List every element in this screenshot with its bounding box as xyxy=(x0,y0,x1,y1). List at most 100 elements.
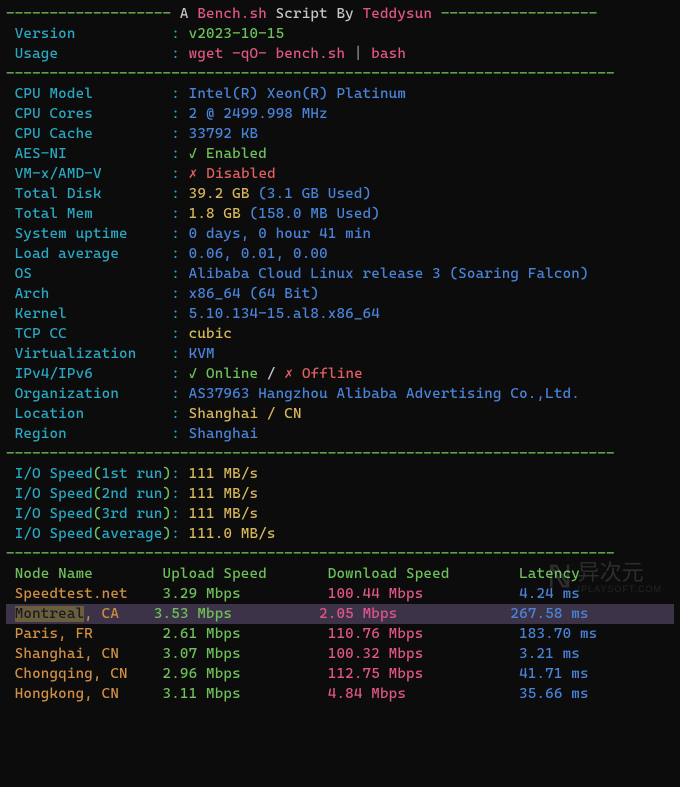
label: I/O Speed xyxy=(6,466,93,482)
io-row: I/O Speed(3rd run): 111 MB/s xyxy=(6,504,674,524)
io-value: 111.0 MB/s xyxy=(189,526,276,542)
label: Kernel xyxy=(6,306,171,322)
sys-row: CPU Cores : 2 @ 2499.998 MHz xyxy=(6,104,674,124)
label: Arch xyxy=(6,286,171,302)
separator: ----------------------------------------… xyxy=(6,444,674,464)
label: IPv4/IPv6 xyxy=(6,366,171,382)
speed-node: Chongqing, CN xyxy=(6,666,163,682)
io-value: 111 MB/s xyxy=(189,466,259,482)
terminal-output: ------------------- A Bench.sh Script By… xyxy=(0,0,680,704)
value: Alibaba Cloud Linux release 3 (Soaring F… xyxy=(189,266,589,282)
io-row: I/O Speed(2nd run): 111 MB/s xyxy=(6,484,674,504)
io-row: I/O Speed(1st run): 111 MB/s xyxy=(6,464,674,484)
status-text: Enabled xyxy=(206,146,267,162)
speed-row: Paris, FR 2.61 Mbps 110.76 Mbps 183.70 m… xyxy=(6,624,674,644)
label: CPU Cores xyxy=(6,106,171,122)
value: Shanghai / CN xyxy=(189,406,302,422)
check-icon: ✓ xyxy=(189,366,206,382)
label: CPU Cache xyxy=(6,126,171,142)
io-note: 1st run xyxy=(102,466,163,482)
label: System uptime xyxy=(6,226,171,242)
speed-up: 3.07 Mbps xyxy=(163,646,328,662)
header-script: Bench.sh xyxy=(197,6,267,22)
usage-cmd2: bash xyxy=(371,46,406,62)
speed-down: 4.84 Mbps xyxy=(328,686,519,702)
speed-row: Chongqing, CN 2.96 Mbps 112.75 Mbps 41.7… xyxy=(6,664,674,684)
label: TCP CC xyxy=(6,326,171,342)
usage-cmd: wget -qO- bench.sh xyxy=(189,46,346,62)
sys-row: CPU Model : Intel(R) Xeon(R) Platinum xyxy=(6,84,674,104)
label: Region xyxy=(6,426,171,442)
speed-down: 112.75 Mbps xyxy=(328,666,519,682)
status-text: Disabled xyxy=(206,166,276,182)
speed-node: Paris, FR xyxy=(6,626,163,642)
speed-row: Montreal, CA 3.53 Mbps 2.05 Mbps 267.58 … xyxy=(6,604,674,624)
header-line: ------------------- A Bench.sh Script By… xyxy=(6,4,674,24)
speed-lat: 41.71 ms xyxy=(519,666,589,682)
value: Shanghai xyxy=(189,426,259,442)
sys-row: Location : Shanghai / CN xyxy=(6,404,674,424)
speed-header: Node Name Upload Speed Download Speed La… xyxy=(6,564,674,584)
used-note: (158.0 MB Used) xyxy=(250,206,380,222)
speed-down: 2.05 Mbps xyxy=(319,606,510,622)
label: VM-x/AMD-V xyxy=(6,166,171,182)
speed-down: 100.44 Mbps xyxy=(328,586,519,602)
label: CPU Model xyxy=(6,86,171,102)
value: 0.06, 0.01, 0.00 xyxy=(189,246,328,262)
status-icon: ✗ xyxy=(189,166,207,182)
ipv4-status: Online xyxy=(206,366,258,382)
label: Total Disk xyxy=(6,186,171,202)
speed-up: 3.53 Mbps xyxy=(154,606,319,622)
status-icon: ✓ xyxy=(189,146,206,162)
value: 0 days, 0 hour 41 min xyxy=(189,226,372,242)
speed-node: Hongkong, CN xyxy=(6,686,163,702)
speed-row: Hongkong, CN 3.11 Mbps 4.84 Mbps 35.66 m… xyxy=(6,684,674,704)
sys-row: OS : Alibaba Cloud Linux release 3 (Soar… xyxy=(6,264,674,284)
speed-up: 3.11 Mbps xyxy=(163,686,328,702)
sys-row: IPv4/IPv6 : ✓ Online / ✗ Offline xyxy=(6,364,674,384)
meta-row: Version : v2023-10-15 xyxy=(6,24,674,44)
io-row: I/O Speed(average): 111.0 MB/s xyxy=(6,524,674,544)
sys-row: AES-NI : ✓ Enabled xyxy=(6,144,674,164)
value: 33792 KB xyxy=(189,126,259,142)
label: I/O Speed xyxy=(6,506,93,522)
value: v2023-10-15 xyxy=(189,26,285,42)
col-up: Upload Speed xyxy=(163,566,328,582)
label: Version xyxy=(6,26,171,42)
value: AS37963 Hangzhou Alibaba Advertising Co.… xyxy=(189,386,580,402)
used-note: (3.1 GB Used) xyxy=(258,186,371,202)
label: Usage xyxy=(6,46,171,62)
sys-row: Region : Shanghai xyxy=(6,424,674,444)
sys-row: System uptime : 0 days, 0 hour 41 min xyxy=(6,224,674,244)
io-note: average xyxy=(102,526,163,542)
label: AES-NI xyxy=(6,146,171,162)
value: KVM xyxy=(189,346,215,362)
speed-up: 2.61 Mbps xyxy=(163,626,328,642)
header-author: Teddysun xyxy=(363,6,433,22)
sys-row: CPU Cache : 33792 KB xyxy=(6,124,674,144)
label: Virtualization xyxy=(6,346,171,362)
label: Load average xyxy=(6,246,171,262)
speed-node: Montreal xyxy=(15,606,85,622)
value: 39.2 GB xyxy=(189,186,259,202)
value: cubic xyxy=(189,326,232,342)
speed-row: Speedtest.net 3.29 Mbps 100.44 Mbps 4.24… xyxy=(6,584,674,604)
col-node: Node Name xyxy=(6,566,163,582)
speed-lat: 267.58 ms xyxy=(510,606,588,622)
col-down: Download Speed xyxy=(328,566,519,582)
label: Location xyxy=(6,406,171,422)
label: I/O Speed xyxy=(6,526,93,542)
sys-row: Total Mem : 1.8 GB (158.0 MB Used) xyxy=(6,204,674,224)
speed-lat: 3.21 ms xyxy=(519,646,580,662)
speed-down: 100.32 Mbps xyxy=(328,646,519,662)
separator: ----------------------------------------… xyxy=(6,64,674,84)
speed-up: 2.96 Mbps xyxy=(163,666,328,682)
label: OS xyxy=(6,266,171,282)
sys-row: VM-x/AMD-V : ✗ Disabled xyxy=(6,164,674,184)
arch-note: (64 Bit) xyxy=(250,286,320,302)
io-note: 2nd run xyxy=(102,486,163,502)
io-note: 3rd run xyxy=(102,506,163,522)
speed-row: Shanghai, CN 3.07 Mbps 100.32 Mbps 3.21 … xyxy=(6,644,674,664)
speed-down: 110.76 Mbps xyxy=(328,626,519,642)
header-prefix: A xyxy=(171,6,197,22)
